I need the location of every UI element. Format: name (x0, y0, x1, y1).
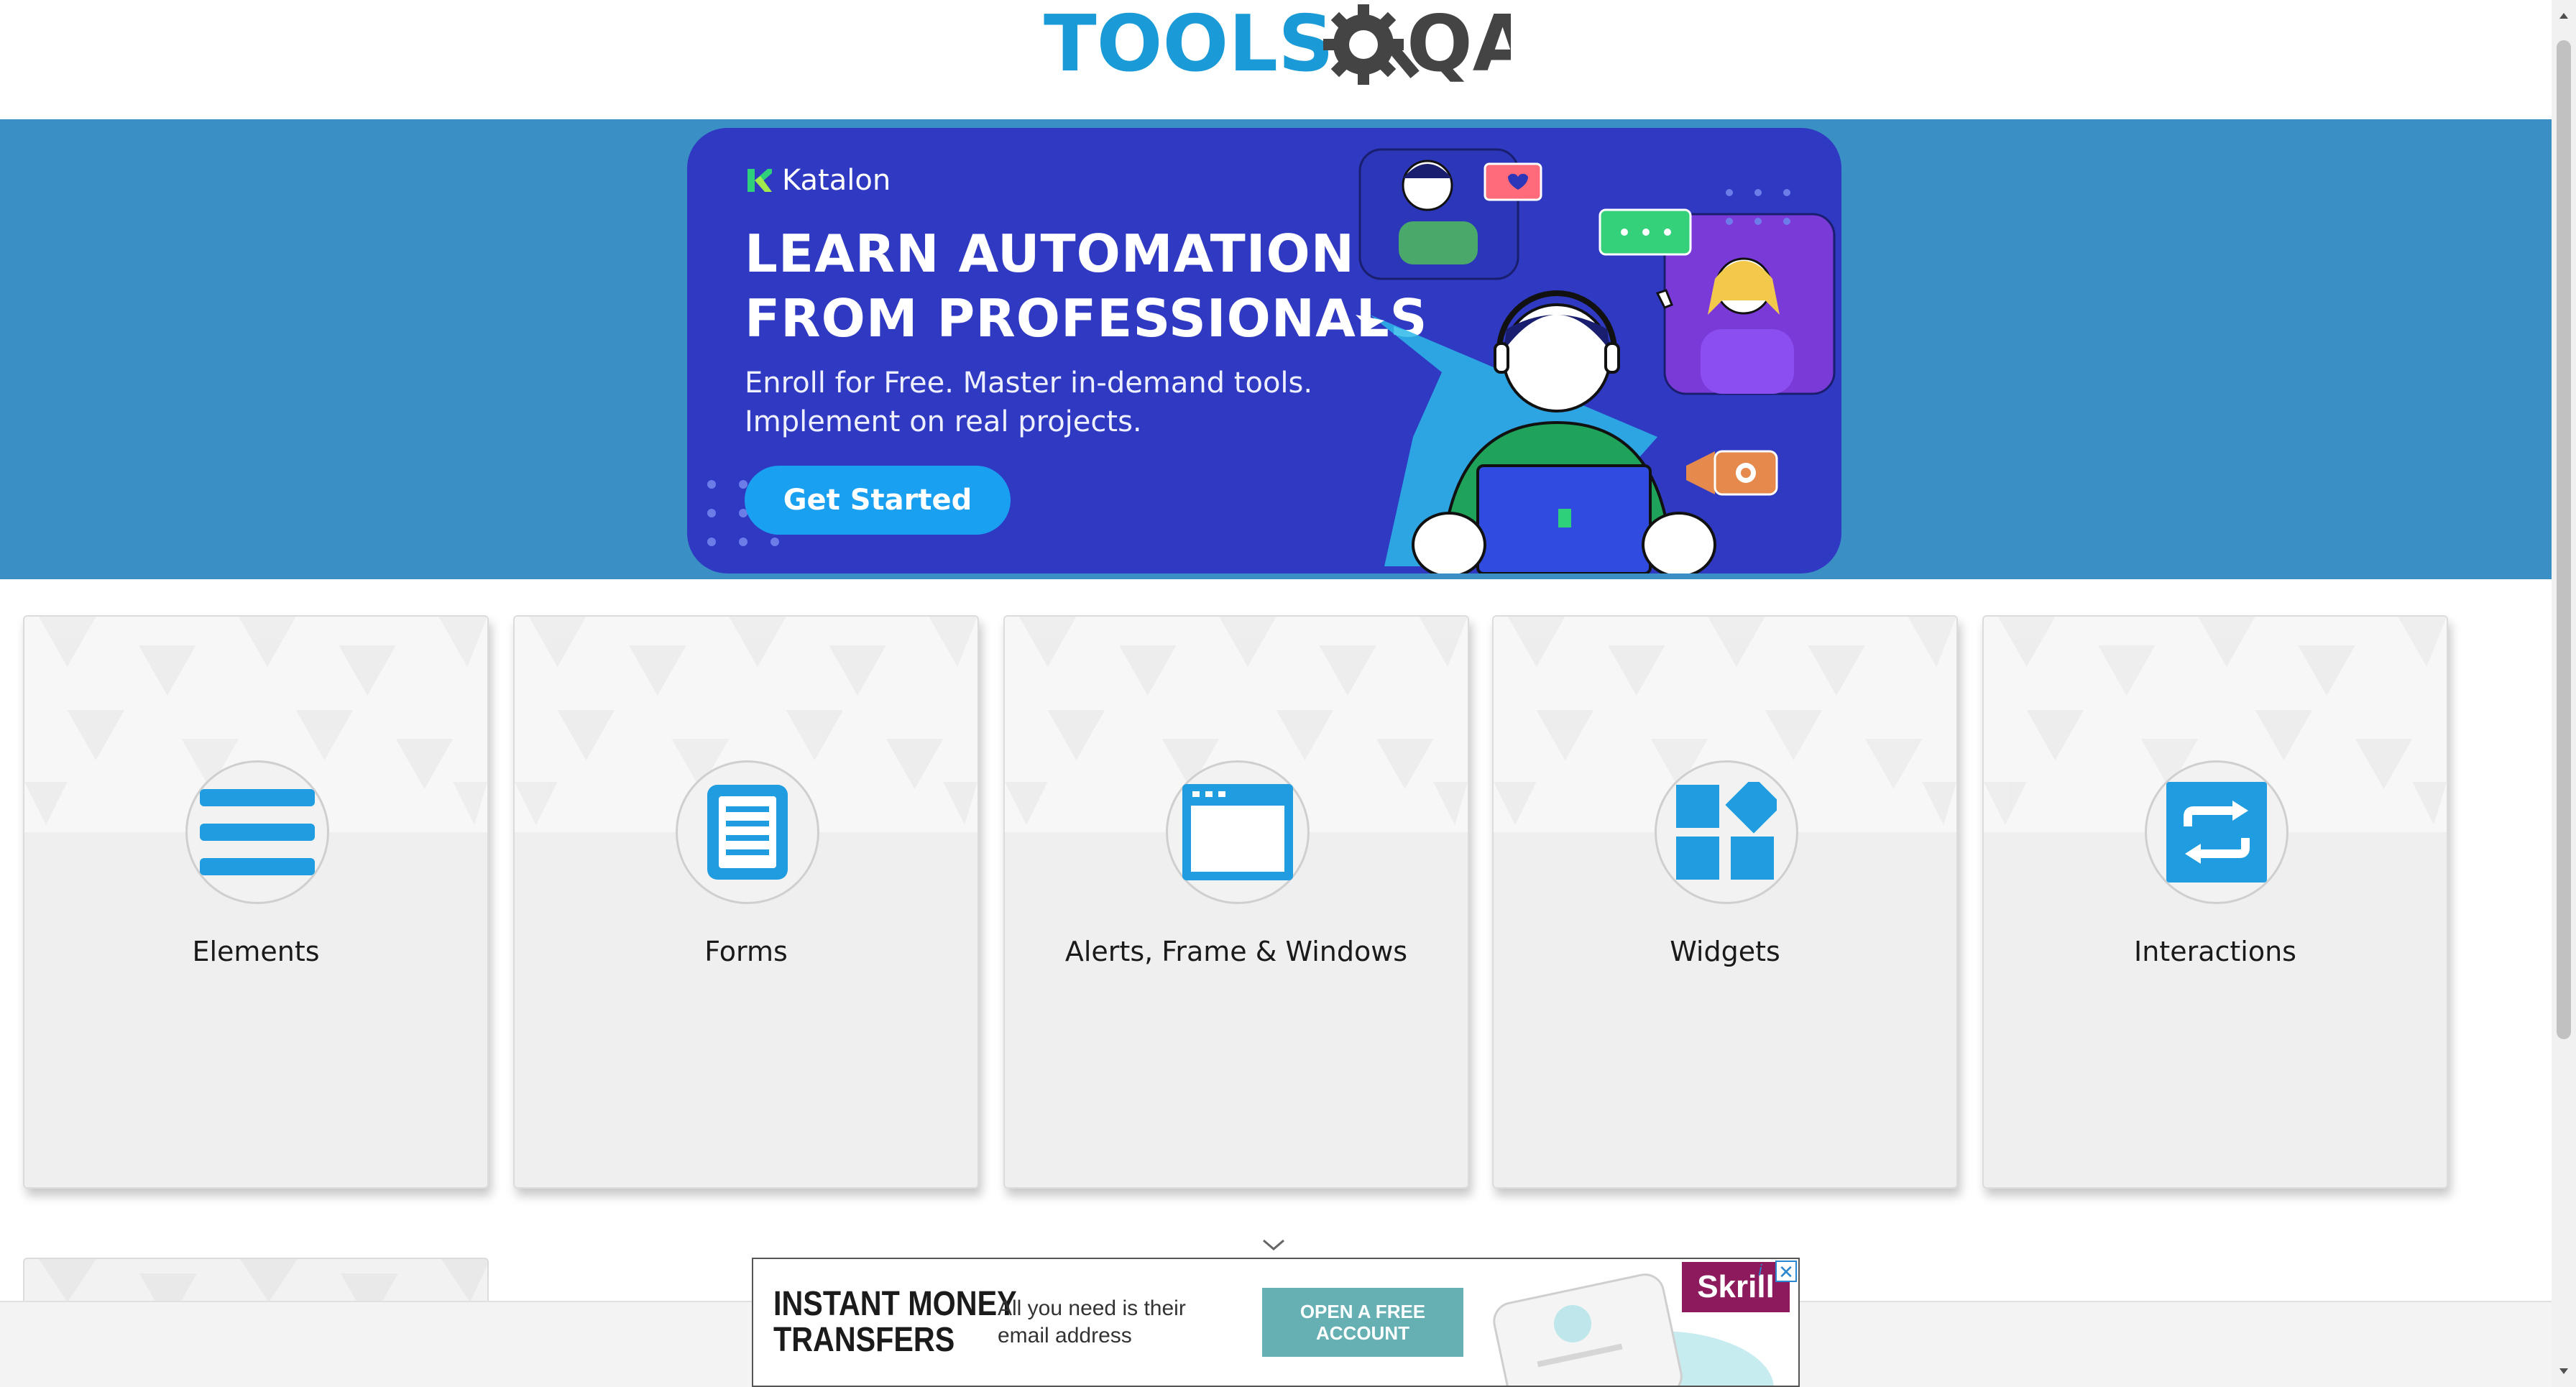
ad-close-icon[interactable]: ✕ (1775, 1261, 1797, 1282)
card-icon-circle (2145, 760, 2288, 904)
svg-text:TOOLS: TOOLS (1044, 0, 1334, 89)
card-icon-circle (676, 760, 819, 904)
chevron-down-icon[interactable] (1261, 1236, 1287, 1253)
card-title: Widgets (1670, 936, 1780, 967)
card-title: Interactions (2134, 936, 2296, 967)
ad-title: INSTANT MONEY TRANSFERS (773, 1286, 1017, 1358)
skrill-logo: Skrill (1682, 1262, 1790, 1312)
site-header: TOOLS QA (0, 0, 2552, 119)
card-elements[interactable]: Elements (23, 615, 489, 1189)
list-icon (200, 789, 315, 875)
get-started-button[interactable]: Get Started (745, 466, 1011, 535)
scrollbar-thumb[interactable] (2557, 40, 2571, 1039)
svg-text:QA: QA (1407, 0, 1511, 89)
card-icon-circle (1655, 760, 1798, 904)
card-interactions[interactable]: Interactions (1982, 615, 2448, 1189)
banner-illustration (1356, 148, 1836, 573)
browser-window-icon (1182, 784, 1293, 880)
swap-arrows-icon (2166, 782, 2267, 883)
scroll-down-arrow-icon[interactable] (2558, 1365, 2570, 1377)
banner-headline: LEARN AUTOMATION FROM PROFESSIONALS (745, 221, 1428, 351)
ad-title-line-1: INSTANT MONEY (773, 1285, 1017, 1323)
katalon-brand-name: Katalon (782, 164, 891, 197)
card-title: Alerts, Frame & Windows (1064, 936, 1408, 967)
ad-subtitle: All you need is their email address (998, 1296, 1186, 1347)
card-title: Elements (192, 936, 320, 967)
card-forms[interactable]: Forms (513, 615, 979, 1189)
katalon-brand: Katalon (745, 164, 891, 197)
card-widgets[interactable]: Widgets (1492, 615, 1958, 1189)
card-title: Forms (704, 936, 788, 967)
subline-2: Implement on real projects. (745, 405, 1142, 438)
banner-subline: Enroll for Free. Master in-demand tools.… (745, 364, 1312, 441)
ad-info-icon[interactable]: i (1749, 1261, 1771, 1282)
skrill-advertisement[interactable]: INSTANT MONEY TRANSFERS All you need is … (752, 1258, 1800, 1387)
katalon-promo-banner[interactable]: Katalon LEARN AUTOMATION FROM PROFESSION… (687, 128, 1841, 573)
vertical-scrollbar[interactable] (2552, 0, 2576, 1387)
katalon-logo-icon (748, 169, 772, 192)
logo-image: TOOLS QA (1044, 0, 1511, 89)
card-alerts-frame-windows[interactable]: Alerts, Frame & Windows (1003, 615, 1469, 1189)
open-free-account-button[interactable]: OPEN A FREE ACCOUNT (1262, 1288, 1463, 1357)
headline-line-2: FROM PROFESSIONALS (745, 288, 1428, 349)
subline-1: Enroll for Free. Master in-demand tools. (745, 367, 1313, 400)
document-icon (707, 785, 788, 880)
widgets-icon (1676, 782, 1777, 880)
ad-title-line-2: TRANSFERS (773, 1321, 955, 1359)
headline-line-1: LEARN AUTOMATION (745, 224, 1355, 284)
scroll-up-arrow-icon[interactable] (2558, 10, 2570, 22)
card-icon-circle (1166, 760, 1310, 904)
card-icon-circle (185, 760, 329, 904)
